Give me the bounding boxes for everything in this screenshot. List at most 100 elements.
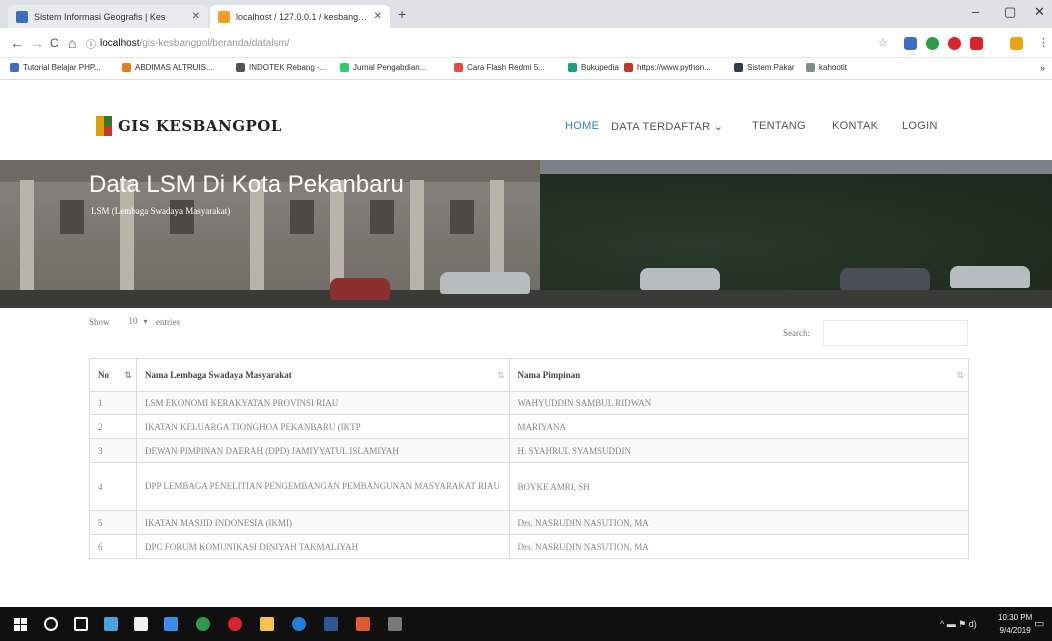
cell-no: 5 — [89, 510, 137, 535]
tab-title: localhost / 127.0.0.1 / kesbangpol_ui — [236, 11, 368, 22]
sort-icon: ⇅ — [956, 370, 963, 380]
task-view-icon[interactable] — [74, 617, 88, 631]
tab-title: Sistem Informasi Geografis | Kes — [34, 11, 166, 22]
bookmark-item[interactable]: kahootit — [806, 63, 847, 72]
hero-car — [640, 268, 720, 290]
file-explorer-icon[interactable] — [260, 617, 274, 631]
bookmark-item[interactable]: https://www.python... — [624, 63, 711, 72]
minimize-button[interactable]: – — [972, 4, 979, 19]
bookmark-item[interactable]: ABDIMAS ALTRUIS... — [122, 63, 213, 72]
cell-no: 3 — [89, 438, 137, 463]
reload-button[interactable]: C — [50, 36, 59, 50]
hero-car — [330, 278, 390, 300]
cell-pimpinan: BOYKE AMRI, SH — [508, 462, 970, 511]
bookmark-icon — [806, 63, 815, 72]
sort-asc-icon: ⇅ — [124, 370, 131, 380]
search-label: Search: — [783, 328, 810, 338]
taskbar-app-icon[interactable] — [324, 617, 338, 631]
column-header-pimpinan[interactable]: Nama Pimpinan ⇅ — [508, 358, 970, 392]
cell-pimpinan: WAHYUDDIN SAMBUL RIDWAN — [508, 391, 970, 415]
bookmark-icon — [454, 63, 463, 72]
taskbar-app-icon[interactable] — [104, 617, 118, 631]
notification-icon[interactable]: ▭ — [1034, 617, 1044, 630]
cell-pimpinan: MARIYANA — [508, 414, 970, 439]
cell-lsm: IKATAN KELUARGA TIONGHOA PEKANBARU (IKTP — [135, 414, 510, 439]
lsm-table: No ⇅ Nama Lembaga Swadaya Masyarakat ⇅ N… — [89, 358, 970, 559]
show-label: Show — [89, 317, 110, 327]
bookmark-icon — [568, 63, 577, 72]
bookmark-item[interactable]: Cara Flash Redmi 5... — [454, 63, 545, 72]
store-icon[interactable] — [134, 617, 148, 631]
bookmark-item[interactable]: INDOTEK Rebang -... — [236, 63, 326, 72]
address-bar[interactable]: ⓘ localhost /gis-kesbangpol/beranda/data… — [86, 33, 846, 53]
site-header: GIS KESBANGPOL HOME DATA TERDAFTAR ⌄ TEN… — [0, 80, 1052, 160]
opera-icon[interactable] — [228, 617, 242, 631]
nav-tentang[interactable]: TENTANG — [752, 120, 806, 132]
close-window-button[interactable]: ✕ — [1034, 4, 1045, 20]
column-header-lsm[interactable]: Nama Lembaga Swadaya Masyarakat ⇅ — [135, 358, 510, 392]
taskbar-app-icon[interactable] — [388, 617, 402, 631]
page-title: Data LSM Di Kota Pekanbaru — [89, 171, 404, 198]
extension-icon[interactable] — [970, 37, 983, 50]
bookmark-icon — [122, 63, 131, 72]
cell-no: 4 — [89, 462, 137, 511]
close-tab-icon[interactable]: ✕ — [192, 11, 200, 22]
table-row[interactable]: 2 IKATAN KELUARGA TIONGHOA PEKANBARU (IK… — [89, 414, 970, 439]
bookmark-star-icon[interactable]: ☆ — [878, 36, 888, 49]
cell-lsm: DEWAN PIMPINAN DAERAH (DPD) JAMIYYATUL I… — [135, 438, 510, 463]
entries-label: entries — [156, 317, 180, 327]
site-logo[interactable]: GIS KESBANGPOL — [96, 116, 282, 136]
column-header-no[interactable]: No ⇅ — [89, 358, 137, 392]
browser-tab-1[interactable]: Sistem Informasi Geografis | Kes ✕ — [8, 5, 208, 28]
browser-toolbar: ← → C ⌂ ⓘ localhost /gis-kesbangpol/bera… — [0, 28, 1052, 58]
bookmark-item[interactable]: Bukupedia — [568, 63, 619, 72]
sort-icon: ⇅ — [497, 370, 504, 380]
back-button[interactable]: ← — [10, 35, 24, 51]
bookmark-item[interactable]: Jurnal Pengabdian... — [340, 63, 426, 72]
cell-lsm: DPP LEMBAGA PENELITIAN PENGEMBANGAN PEMB… — [135, 462, 510, 511]
extension-icon[interactable] — [904, 37, 917, 50]
cell-pimpinan: H. SYAHRUL SYAMSUDDIN — [508, 438, 970, 463]
bookmarks-overflow-icon[interactable]: » — [1040, 63, 1045, 73]
nav-data-terdaftar[interactable]: DATA TERDAFTAR ⌄ — [611, 120, 723, 133]
browser-tab-2[interactable]: localhost / 127.0.0.1 / kesbangpol_ui ✕ — [210, 5, 390, 28]
hero-banner: Data LSM Di Kota Pekanbaru LSM (Lembaga … — [0, 160, 1052, 308]
nav-home[interactable]: HOME — [565, 120, 599, 132]
entries-length-select[interactable]: 10 ▾ — [125, 313, 151, 329]
cell-no: 6 — [89, 534, 137, 559]
taskbar-app-icon[interactable] — [164, 617, 178, 631]
table-row[interactable]: 5 IKATAN MASJID INDONESIA (IKMI) Drs. NA… — [89, 510, 970, 535]
logo-icon — [96, 116, 112, 136]
extension-icon[interactable] — [1010, 37, 1023, 50]
search-input[interactable] — [823, 320, 968, 346]
table-row[interactable]: 4 DPP LEMBAGA PENELITIAN PENGEMBANGAN PE… — [89, 462, 970, 511]
extension-icon[interactable] — [926, 37, 939, 50]
bookmark-icon — [236, 63, 245, 72]
new-tab-button[interactable]: + — [398, 6, 406, 22]
phpmyadmin-favicon-icon — [218, 10, 230, 23]
site-favicon-icon — [16, 10, 28, 23]
windows-start-icon[interactable] — [14, 618, 27, 631]
browser-menu-icon[interactable]: ⋮ — [1038, 36, 1049, 49]
table-row[interactable]: 3 DEWAN PIMPINAN DAERAH (DPD) JAMIYYATUL… — [89, 438, 970, 463]
search-icon[interactable] — [44, 617, 58, 631]
taskbar-clock[interactable]: 10:30 PM 9/4/2019 — [998, 611, 1032, 637]
table-row[interactable]: 6 DPC FORUM KOMUNIKASI DINIYAH TAKMALIYA… — [89, 534, 970, 559]
nav-login[interactable]: LOGIN — [902, 120, 938, 132]
cell-no: 2 — [89, 414, 137, 439]
opera-icon[interactable] — [948, 37, 961, 50]
info-icon[interactable]: ⓘ — [86, 36, 96, 51]
datatable-controls: Show 10 ▾ entries Search: — [0, 308, 1052, 358]
close-tab-icon[interactable]: ✕ — [374, 11, 382, 22]
system-tray[interactable]: ^ ▬ ⚑ d) — [940, 619, 977, 630]
forward-button[interactable]: → — [30, 35, 44, 51]
home-button[interactable]: ⌂ — [68, 35, 76, 51]
bookmark-item[interactable]: Tutorial Belajar PHP... — [10, 63, 101, 72]
table-row[interactable]: 1 LSM EKONOMI KERAKYATAN PROVINSI RIAU W… — [89, 391, 970, 415]
maximize-button[interactable]: ▢ — [1004, 4, 1016, 20]
edge-icon[interactable] — [292, 617, 306, 631]
bookmark-item[interactable]: Sistem Pakar — [734, 63, 795, 72]
chrome-icon[interactable] — [196, 617, 210, 631]
taskbar-app-icon[interactable] — [356, 617, 370, 631]
nav-kontak[interactable]: KONTAK — [832, 120, 878, 132]
